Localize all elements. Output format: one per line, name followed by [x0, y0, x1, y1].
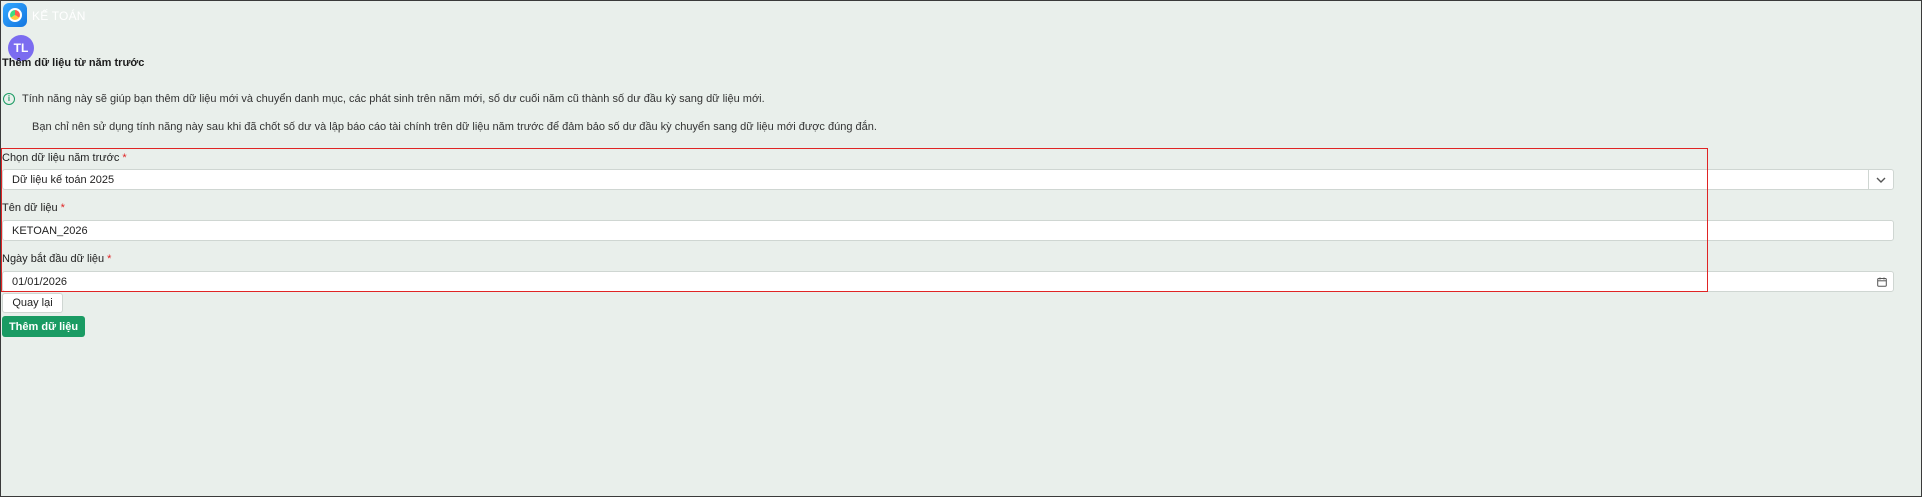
prev-data-label: Chọn dữ liệu năm trước * [2, 152, 127, 164]
chevron-down-icon[interactable] [1868, 170, 1893, 189]
required-mark: * [107, 253, 112, 265]
calendar-icon[interactable] [1871, 277, 1893, 287]
start-date-label: Ngày bắt đầu dữ liệu * [2, 253, 112, 265]
prev-data-select[interactable]: Dữ liệu kế toán 2025 [2, 169, 1894, 190]
page-title: Thêm dữ liệu từ năm trước [2, 57, 145, 69]
required-mark: * [122, 152, 127, 164]
info-line-2: Bạn chỉ nên sử dụng tính năng này sau kh… [32, 121, 877, 133]
add-data-button[interactable]: Thêm dữ liệu [2, 316, 85, 337]
app-name: KẾ TOÁN [32, 9, 86, 23]
back-button[interactable]: Quay lại [2, 293, 63, 313]
data-name-label: Tên dữ liệu * [2, 202, 65, 214]
prev-data-value: Dữ liệu kế toán 2025 [12, 173, 115, 186]
window-frame [0, 0, 1922, 497]
info-line-1: Tính năng này sẽ giúp bạn thêm dữ liệu m… [22, 93, 765, 105]
data-name-value: KETOAN_2026 [12, 224, 88, 237]
info-circle-icon: i [3, 93, 15, 105]
start-date-input[interactable]: 01/01/2026 [2, 271, 1894, 292]
start-date-value: 01/01/2026 [12, 275, 68, 288]
info-notice: i Tính năng này sẽ giúp bạn thêm dữ liệu… [2, 93, 765, 105]
required-mark: * [60, 202, 65, 214]
app-logo-icon[interactable] [3, 3, 27, 27]
data-name-input[interactable]: KETOAN_2026 [2, 220, 1894, 241]
